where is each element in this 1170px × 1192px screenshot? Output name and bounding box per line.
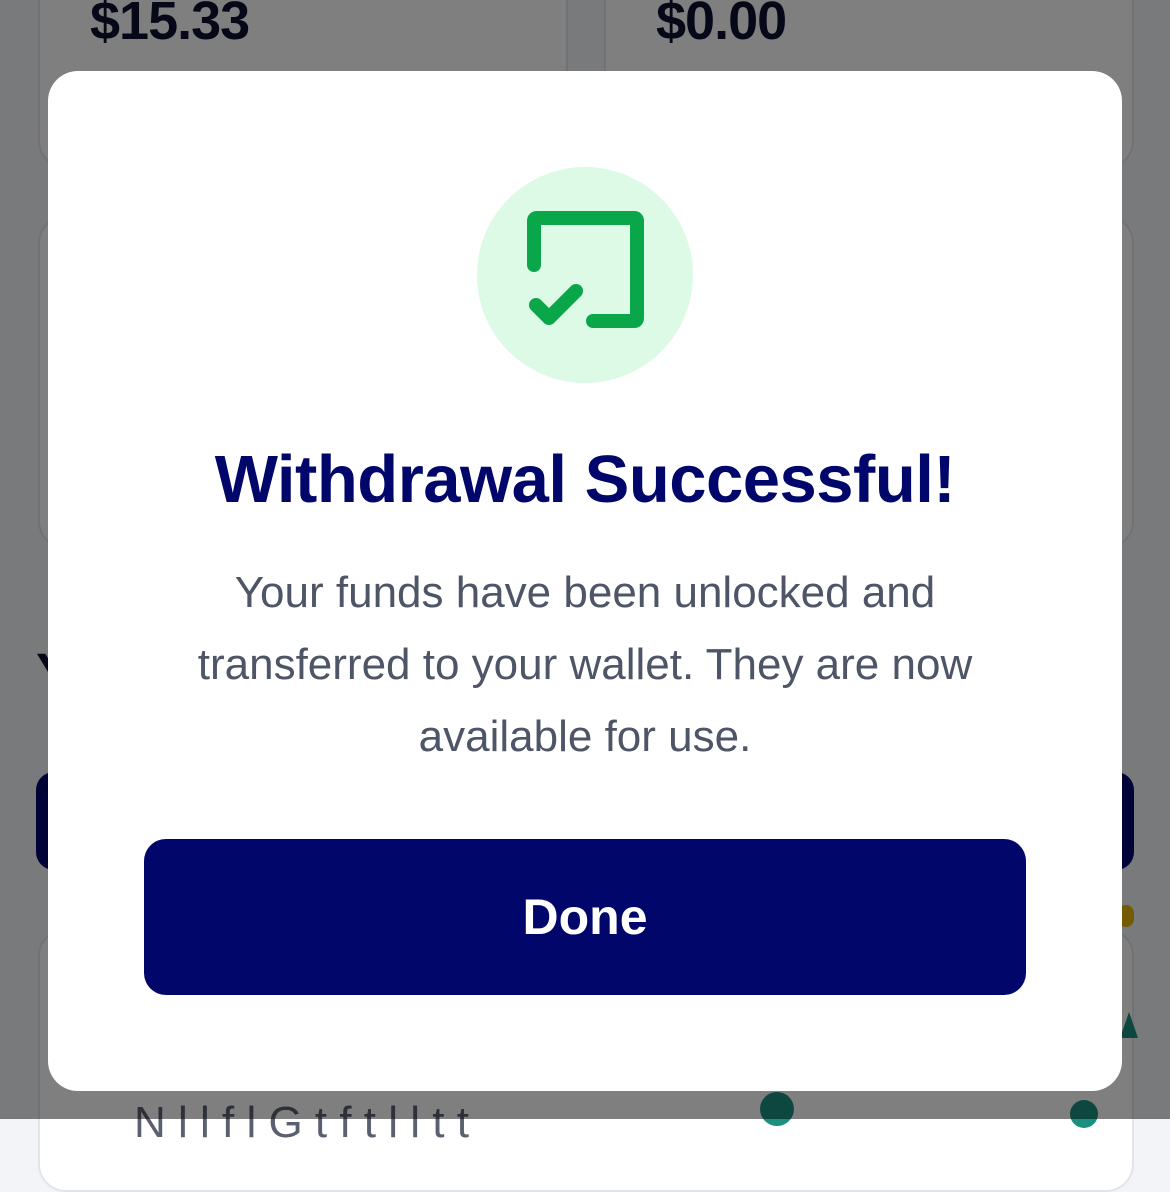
- success-icon-badge: [477, 167, 693, 383]
- withdrawal-success-dialog: Withdrawal Successful! Your funds have b…: [48, 71, 1122, 1091]
- done-button[interactable]: Done: [144, 839, 1026, 995]
- dialog-message: Your funds have been unlocked and transf…: [197, 568, 973, 761]
- check-square-icon: [527, 211, 644, 328]
- dialog-title: Withdrawal Successful!: [214, 442, 956, 517]
